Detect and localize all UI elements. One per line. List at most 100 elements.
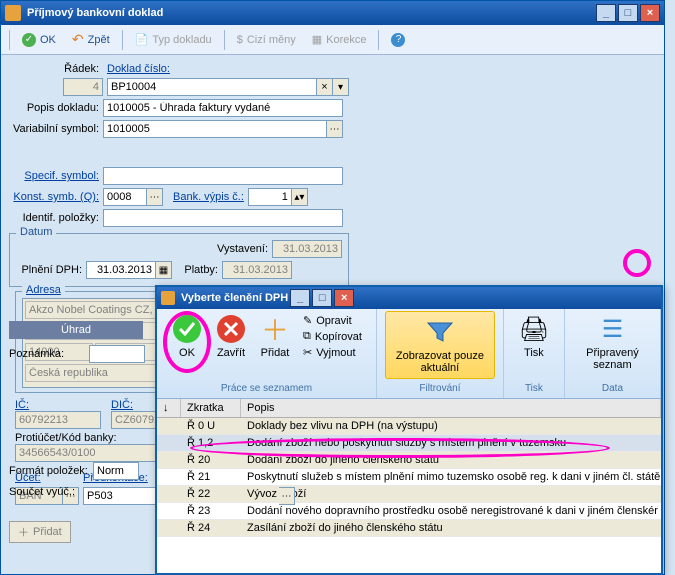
ks-field[interactable]	[103, 188, 147, 206]
minimize-button[interactable]: _	[596, 4, 616, 22]
ribbon-close-button[interactable]: Zavřít	[209, 311, 253, 383]
table-row[interactable]: Ř 22Vývoz zboží	[157, 486, 661, 503]
doc-icon: 📄	[135, 33, 149, 46]
table-row[interactable]: Ř 21Poskytnutí služeb s místem plnění mi…	[157, 469, 661, 486]
korekce-button[interactable]: ▦Korekce	[306, 31, 373, 48]
printer-icon: 🖨	[518, 313, 550, 345]
ribbon-edit-button[interactable]: ✎Opravit	[301, 313, 364, 328]
doklad-cislo-label[interactable]: Doklad číslo:	[107, 63, 174, 75]
help-icon: ?	[391, 33, 405, 47]
uhrada-header: Úhrad	[9, 321, 143, 339]
popis-label: Popis dokladu:	[9, 102, 103, 114]
vs-label: Variabilní symbol:	[9, 123, 103, 135]
bank-vypis-label[interactable]: Bank. výpis č.:	[173, 191, 248, 203]
pridat-bottom-button[interactable]: ＋Přidat	[9, 521, 71, 543]
dph-grid: ↓ Zkratka Popis Ř 0 UDoklady bez vlivu n…	[157, 399, 661, 566]
poznamka-label: Poznámka:	[9, 348, 89, 360]
typ-dokladu-button[interactable]: 📄Typ dokladu	[129, 31, 218, 48]
vystaveni-label: Vystavení:	[217, 243, 272, 255]
plus-icon: ＋	[18, 524, 29, 540]
bank-vypis-spin-button[interactable]: ▴▾	[292, 188, 308, 206]
vs-lookup-button[interactable]: ⋯	[327, 120, 343, 138]
col-popis[interactable]: Popis	[241, 399, 661, 417]
dialog-title: Vyberte členění DPH	[181, 292, 288, 304]
format-field[interactable]	[93, 462, 139, 480]
add-plus-icon: ＋	[259, 313, 291, 345]
table-row[interactable]: Ř 24Zasílání zboží do jiného členského s…	[157, 520, 661, 537]
format-label: Formát položek:	[9, 465, 93, 477]
ribbon-ok-button[interactable]: OK	[165, 311, 209, 383]
table-row[interactable]: Ř 20Dodání zboží do jiného členského stá…	[157, 452, 661, 469]
col-zkratka[interactable]: Zkratka	[181, 399, 241, 417]
poznamka-field[interactable]	[89, 345, 145, 363]
ribbon-cut-button[interactable]: ✂Vyjmout	[301, 345, 364, 360]
ribbon-add-button[interactable]: ＋ Přidat	[253, 311, 297, 383]
ribbon-group-seznam-label: Práce se seznamem	[221, 383, 312, 396]
dialog-close-button[interactable]: ×	[334, 289, 354, 307]
ribbon-list-button[interactable]: ☰ Připravený seznam	[573, 311, 652, 373]
ribbon-filter-button[interactable]: Zobrazovat pouze aktuální	[385, 311, 495, 379]
ok-icon: ✓	[22, 33, 36, 47]
ribbon-group-data-label: Data	[602, 383, 623, 396]
maximize-button[interactable]: □	[618, 4, 638, 22]
dialog-icon	[161, 291, 175, 305]
dialog-maximize-button[interactable]: □	[312, 289, 332, 307]
back-button[interactable]: ↶Zpět	[66, 29, 116, 50]
platby-label: Platby:	[172, 264, 222, 276]
plneni-field[interactable]	[86, 261, 156, 279]
specif-field[interactable]	[103, 167, 343, 185]
ks-lookup-button[interactable]: ⋯	[147, 188, 163, 206]
currency-icon: $	[237, 34, 243, 46]
table-row[interactable]: Ř 1,2Dodání zboží nebo poskytnutí služby…	[157, 435, 661, 452]
doklad-dropdown-button[interactable]: ▾	[333, 78, 349, 96]
dialog-titlebar: Vyberte členění DPH _ □ ×	[157, 287, 661, 309]
ident-label: Identif. položky:	[9, 212, 103, 224]
radek-field	[63, 78, 103, 96]
vs-field[interactable]	[103, 120, 327, 138]
main-toolbar: ✓OK ↶Zpět 📄Typ dokladu $Cizí měny ▦Korek…	[1, 25, 664, 55]
cizi-meny-button[interactable]: $Cizí měny	[231, 32, 302, 48]
plneni-label: Plnění DPH:	[16, 264, 86, 276]
ident-field[interactable]	[103, 209, 343, 227]
vystaveni-field	[272, 240, 342, 258]
filter-icon	[424, 316, 456, 348]
ribbon-group-filter-label: Filtrování	[419, 383, 460, 396]
ok-button[interactable]: ✓OK	[16, 31, 62, 49]
ribbon-group-print-label: Tisk	[525, 383, 543, 396]
calc-icon: ▦	[312, 33, 322, 46]
close-button[interactable]: ×	[640, 4, 660, 22]
doklad-cislo-field[interactable]	[107, 78, 317, 96]
table-row[interactable]: Ř 0 UDoklady bez vlivu na DPH (na výstup…	[157, 418, 661, 435]
ok-check-icon	[171, 313, 203, 345]
adresa-legend[interactable]: Adresa	[22, 284, 65, 296]
help-button[interactable]: ?	[385, 31, 411, 49]
cleneni-lookup-button[interactable]: ⋯	[279, 487, 295, 505]
ks-label[interactable]: Konst. symb. (Q):	[9, 191, 103, 203]
datum-fieldset: Datum Vystavení: Plnění DPH: ▦ Platby:	[9, 233, 349, 287]
bottom-panel: Úhrad Poznámka: Formát položek: Součet v…	[9, 321, 145, 546]
radek-label: Řádek:	[9, 63, 103, 75]
back-icon: ↶	[72, 31, 84, 48]
table-row[interactable]: Ř 23Dodání nového dopravního prostředku …	[157, 503, 661, 520]
close-x-icon	[215, 313, 247, 345]
plneni-cal-button[interactable]: ▦	[156, 261, 172, 279]
specif-label[interactable]: Specif. symbol:	[9, 170, 103, 182]
grid-body[interactable]: Ř 0 UDoklady bez vlivu na DPH (na výstup…	[157, 418, 661, 566]
main-titlebar: Příjmový bankovní doklad _ □ ×	[1, 1, 664, 25]
ribbon-print-button[interactable]: 🖨 Tisk	[512, 311, 556, 361]
dph-dialog: Vyberte členění DPH _ □ × OK Zavřít	[155, 285, 663, 575]
popis-field[interactable]	[103, 99, 343, 117]
grid-header: ↓ Zkratka Popis	[157, 399, 661, 418]
list-icon: ☰	[596, 313, 628, 345]
dialog-minimize-button[interactable]: _	[290, 289, 310, 307]
col-sort[interactable]: ↓	[157, 399, 181, 417]
copy-icon: ⧉	[303, 330, 311, 343]
window-title: Příjmový bankovní doklad	[27, 7, 594, 19]
edit-icon: ✎	[303, 314, 312, 327]
ribbon: OK Zavřít ＋ Přidat ✎Opravit ⧉Kopírovat ✂…	[157, 309, 661, 399]
doklad-clear-button[interactable]: ×	[317, 78, 333, 96]
datum-legend: Datum	[16, 226, 56, 238]
ribbon-copy-button[interactable]: ⧉Kopírovat	[301, 329, 364, 344]
platby-field	[222, 261, 292, 279]
bank-vypis-field[interactable]	[248, 188, 292, 206]
